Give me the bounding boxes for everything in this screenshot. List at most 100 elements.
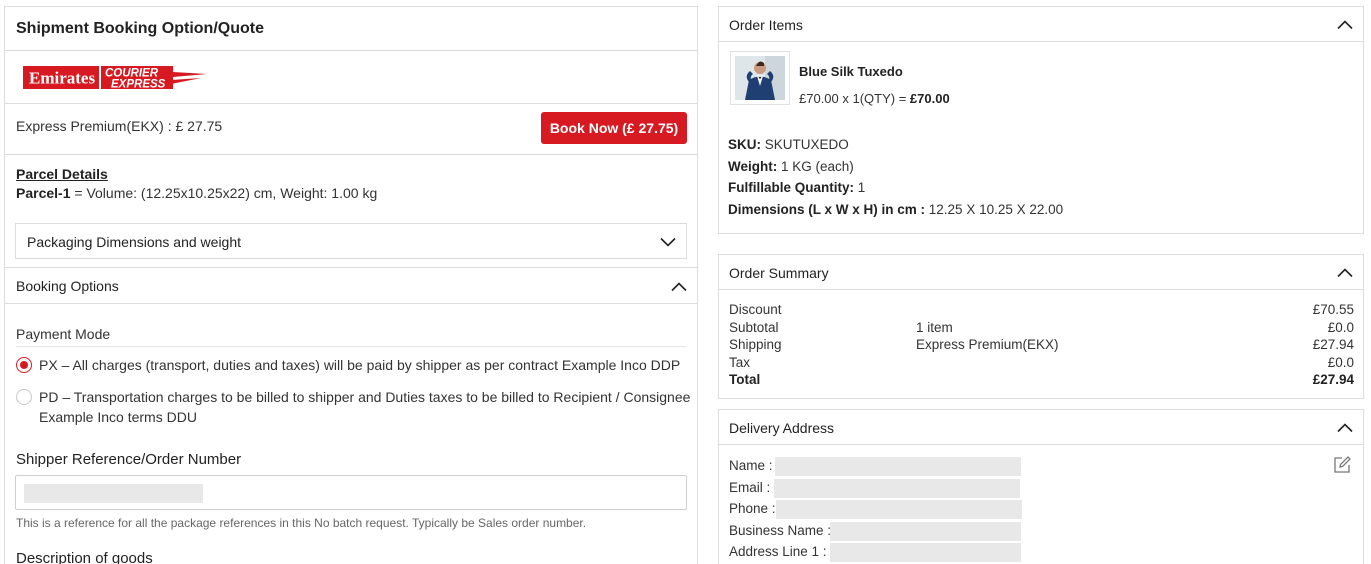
summary-row: Shipping Express Premium(EKX) £27.94 bbox=[729, 336, 1354, 354]
packaging-dimensions-label: Packaging Dimensions and weight bbox=[27, 234, 242, 250]
product-image bbox=[735, 56, 785, 100]
parcel-details: Parcel Details Parcel-1 = Volume: (12.25… bbox=[5, 155, 697, 223]
sku-row: SKU: SKUTUXEDO bbox=[728, 134, 1363, 156]
shipper-reference-help: This is a reference for all the package … bbox=[16, 516, 587, 530]
parcel-details-title: Parcel Details bbox=[16, 166, 108, 182]
order-sidebar: Order Items Blue Silk Tuxedo £70.00 x 1( bbox=[718, 6, 1364, 564]
redacted-value bbox=[24, 484, 203, 503]
redacted-value bbox=[830, 521, 1021, 541]
summary-value: £0.0 bbox=[1327, 319, 1354, 335]
summary-value: £27.94 bbox=[1312, 337, 1354, 353]
summary-value: £0.0 bbox=[1327, 354, 1354, 370]
description-of-goods-label: Description of goods bbox=[16, 550, 153, 564]
carrier-logo-row: Emirates COURIER EXPRESS bbox=[5, 51, 697, 104]
product-price: £70.00 x 1(QTY) = £70.00 bbox=[799, 91, 950, 106]
summary-row: Discount £70.55 bbox=[729, 301, 1354, 319]
chevron-up-icon bbox=[1337, 20, 1353, 30]
quantity-value: 1 bbox=[854, 180, 866, 195]
order-items-title: Order Items bbox=[729, 17, 803, 33]
dimensions-row: Dimensions (L x W x H) in cm : 12.25 X 1… bbox=[728, 199, 1363, 221]
shipper-reference-label: Shipper Reference/Order Number bbox=[16, 451, 242, 468]
booking-options-header[interactable]: Booking Options bbox=[5, 267, 697, 304]
redacted-value bbox=[774, 478, 1020, 498]
emirates-courier-express-logo: Emirates COURIER EXPRESS bbox=[23, 66, 207, 91]
shipper-reference-input[interactable] bbox=[15, 475, 687, 510]
summary-table: Discount £70.55 Subtotal 1 item £0.0 Shippi… bbox=[729, 301, 1354, 389]
sku-label: SKU: bbox=[728, 137, 761, 152]
booking-options-label: Booking Options bbox=[16, 278, 119, 294]
svg-text:EXPRESS: EXPRESS bbox=[111, 79, 166, 91]
summary-value: £27.94 bbox=[1312, 372, 1354, 388]
order-summary-card: Order Summary Discount £70.55 Subtotal 1 i… bbox=[718, 254, 1364, 399]
parcel-detail: = Volume: (12.25x10.25x22) cm, Weight: 1… bbox=[70, 185, 378, 201]
parcel-label: Parcel-1 bbox=[16, 185, 71, 201]
payment-option-label: PX – All charges (transport, duties and … bbox=[39, 357, 681, 373]
shipment-booking-panel: Shipment Booking Option/Quote Emirates C… bbox=[4, 6, 698, 564]
chevron-up-icon bbox=[1337, 423, 1353, 433]
order-items-card: Order Items Blue Silk Tuxedo £70.00 x 1( bbox=[718, 6, 1364, 234]
address-label: Email : bbox=[729, 479, 771, 495]
sku-value: SKUTUXEDO bbox=[761, 137, 849, 152]
weight-label: Weight: bbox=[728, 158, 778, 174]
payment-option-pd[interactable]: PD – Transportation charges to be billed… bbox=[5, 387, 697, 427]
dimensions-label: Dimensions (L x W x H) in cm : bbox=[728, 201, 926, 217]
dimensions-value: 12.25 X 10.25 X 22.00 bbox=[925, 201, 1064, 217]
delivery-address-title: Delivery Address bbox=[729, 420, 835, 436]
delivery-address-card: Delivery Address Name : Email : Phone : … bbox=[718, 409, 1364, 564]
delivery-address-header[interactable]: Delivery Address bbox=[719, 410, 1363, 445]
address-row-name: Name : bbox=[729, 455, 1353, 477]
address-row-phone: Phone : bbox=[729, 498, 1353, 520]
order-summary-title: Order Summary bbox=[729, 265, 829, 281]
summary-detail bbox=[916, 301, 1256, 319]
redacted-value bbox=[776, 500, 1022, 519]
summary-label: Discount bbox=[729, 302, 782, 317]
redacted-value bbox=[775, 457, 1021, 476]
payment-mode-label: Payment Mode bbox=[16, 326, 686, 347]
summary-row: Subtotal 1 item £0.0 bbox=[729, 319, 1354, 337]
summary-label: Total bbox=[729, 372, 761, 388]
summary-detail bbox=[916, 371, 1256, 389]
svg-text:Emirates: Emirates bbox=[29, 69, 95, 88]
summary-value: £70.55 bbox=[1312, 302, 1354, 317]
product-row: Blue Silk Tuxedo £70.00 x 1(QTY) = £70.0… bbox=[719, 42, 1363, 122]
radio-selected[interactable] bbox=[16, 357, 32, 373]
product-name: Blue Silk Tuxedo bbox=[799, 64, 903, 79]
weight-value: 1 KG (each) bbox=[777, 158, 854, 174]
quote-row: Express Premium(EKX) : £ 27.75 Book Now … bbox=[5, 104, 697, 155]
address-label: Business Name : bbox=[729, 522, 832, 538]
address-fields: Name : Email : Phone : Business Name : A… bbox=[719, 445, 1363, 563]
book-now-button[interactable]: Book Now (£ 27.75) bbox=[541, 112, 687, 144]
packaging-dimensions-toggle[interactable]: Packaging Dimensions and weight bbox=[15, 223, 687, 259]
radio-unselected[interactable] bbox=[16, 389, 32, 405]
price-prefix: £70.00 x 1(QTY) = bbox=[799, 91, 910, 106]
address-label: Phone : bbox=[729, 501, 776, 516]
summary-label: Subtotal bbox=[729, 319, 779, 335]
summary-detail bbox=[916, 354, 1256, 372]
address-row-email: Email : bbox=[729, 477, 1353, 499]
summary-total-row: Total £27.94 bbox=[729, 371, 1354, 389]
summary-detail: 1 item bbox=[916, 319, 953, 335]
weight-row: Weight: 1 KG (each) bbox=[728, 156, 1363, 178]
summary-row: Tax £0.0 bbox=[729, 354, 1354, 372]
parcel-line: Parcel-1 = Volume: (12.25x10.25x22) cm, … bbox=[16, 185, 686, 201]
payment-option-label: PD – Transportation charges to be billed… bbox=[39, 389, 691, 425]
address-row-line-1: Address Line 1 : bbox=[729, 541, 1353, 563]
address-label: Address Line 1 : bbox=[729, 544, 827, 559]
summary-label: Shipping bbox=[729, 337, 782, 353]
section-title: Shipment Booking Option/Quote bbox=[5, 7, 697, 51]
payment-option-px[interactable]: PX – All charges (transport, duties and … bbox=[5, 355, 697, 375]
redacted-value bbox=[830, 543, 1021, 562]
order-items-header[interactable]: Order Items bbox=[719, 7, 1363, 42]
chevron-down-icon bbox=[660, 237, 676, 247]
summary-detail: Express Premium(EKX) bbox=[916, 337, 1059, 353]
price-total: £70.00 bbox=[909, 91, 950, 106]
product-details: SKU: SKUTUXEDO Weight: 1 KG (each) Fulfi… bbox=[719, 134, 1363, 220]
address-label: Name : bbox=[729, 458, 773, 473]
quote-text: Express Premium(EKX) : £ 27.75 bbox=[16, 118, 223, 134]
quantity-row: Fulfillable Quantity: 1 bbox=[728, 177, 1363, 199]
summary-label: Tax bbox=[729, 354, 751, 370]
quantity-label: Fulfillable Quantity: bbox=[728, 180, 855, 195]
address-row-business-name: Business Name : bbox=[729, 520, 1353, 542]
order-summary-header[interactable]: Order Summary bbox=[719, 255, 1363, 290]
product-thumbnail bbox=[730, 51, 790, 105]
